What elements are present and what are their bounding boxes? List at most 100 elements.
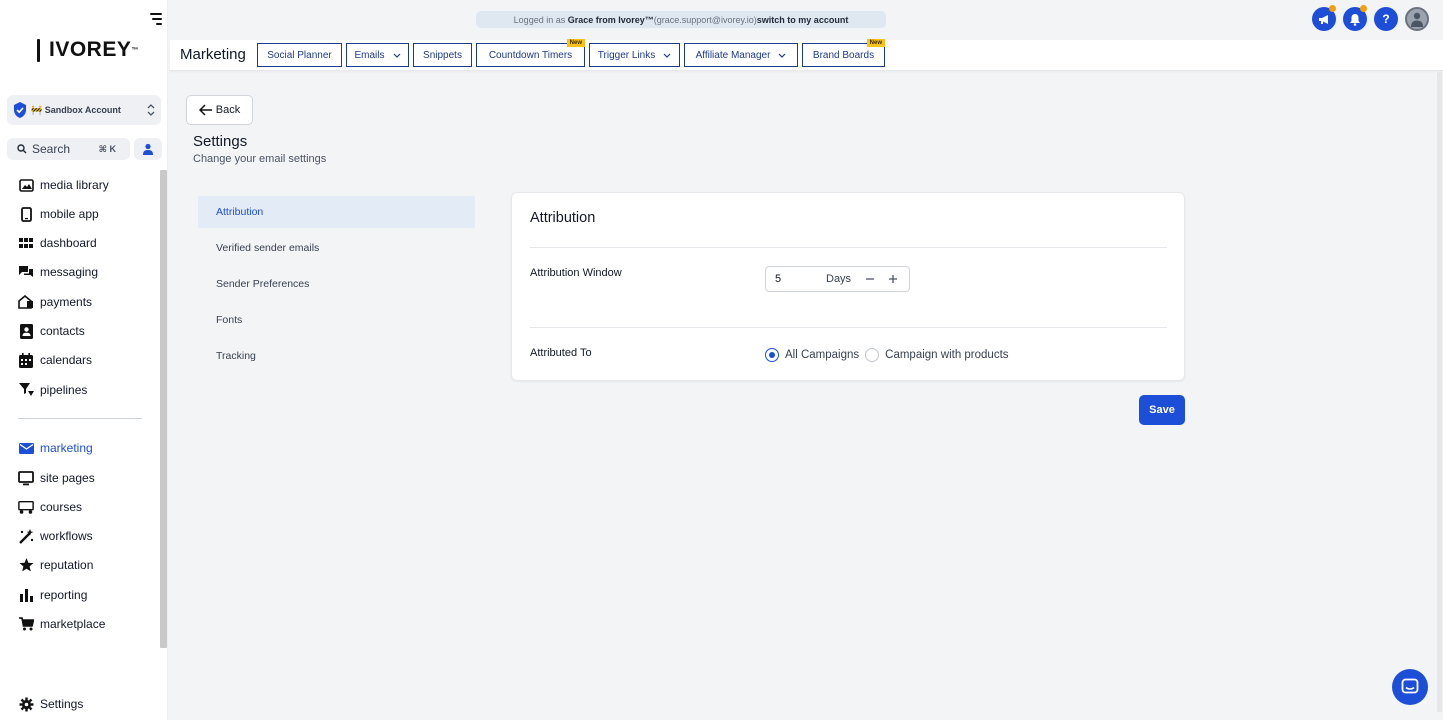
menu-item-label: Attribution — [216, 206, 264, 218]
payments-icon — [18, 294, 34, 310]
avatar[interactable] — [1405, 7, 1429, 31]
sidebar-item-label: reporting — [40, 588, 88, 602]
sidebar-item-workflows[interactable]: workflows — [18, 526, 93, 546]
question-icon: ? — [1382, 12, 1390, 26]
chat-widget-button[interactable] — [1392, 669, 1428, 705]
radio-all-campaigns[interactable] — [765, 348, 779, 362]
tab-countdown-timers[interactable]: Countdown Timers New — [476, 39, 585, 67]
tab-label: Social Planner — [267, 49, 332, 61]
account-name: 🚧 Sandbox Account — [31, 104, 121, 115]
attribution-window-stepper[interactable]: 5 Days — [765, 266, 910, 292]
sidebar-item-label: payments — [40, 295, 93, 309]
settings-menu-item-fonts[interactable]: Fonts — [198, 304, 475, 336]
settings-menu-item-verified-sender-emails[interactable]: Verified sender emails — [198, 232, 475, 264]
sidebar-item-settings[interactable]: Settings — [18, 694, 83, 714]
monitor-icon — [18, 470, 34, 486]
sidebar-item-label: contacts — [40, 324, 85, 338]
tab-brand-boards[interactable]: Brand Boards New — [802, 39, 885, 67]
back-button[interactable]: Back — [186, 95, 253, 125]
phone-icon — [18, 206, 34, 222]
tab-label: Countdown Timers — [488, 49, 573, 61]
sidebar-item-contacts[interactable]: contacts — [18, 321, 85, 341]
chevron-down-icon — [393, 53, 400, 58]
verified-badge-icon — [14, 102, 26, 118]
page-scrollbar-thumb[interactable] — [1437, 72, 1442, 712]
account-switcher[interactable]: 🚧 Sandbox Account — [7, 95, 161, 125]
search-input[interactable]: Search ⌘ K — [7, 138, 130, 160]
attribution-window-unit: Days — [826, 273, 852, 285]
tab-label: Emails — [354, 49, 385, 61]
settings-menu-item-attribution[interactable]: Attribution — [198, 196, 475, 228]
sidebar-item-calendars[interactable]: calendars — [18, 350, 92, 370]
top-right-toolbar: ? — [1312, 5, 1429, 31]
page-title: Settings — [193, 133, 248, 150]
tab-label: Trigger Links — [597, 49, 656, 61]
chat-bubble-icon — [1401, 678, 1419, 694]
page-scrollbar[interactable] — [1436, 72, 1443, 712]
plus-icon[interactable] — [886, 272, 900, 286]
sidebar-item-dashboard[interactable]: dashboard — [18, 233, 97, 253]
search-icon — [17, 144, 27, 154]
user-profile-button[interactable] — [134, 138, 162, 160]
search-placeholder: Search — [32, 142, 71, 156]
minus-icon[interactable] — [863, 272, 877, 286]
chat-icon — [18, 264, 34, 280]
sidebar-item-label: mobile app — [40, 207, 99, 221]
attributed-to-radio-group: All Campaigns Campaign with products — [765, 348, 1015, 362]
funnel-icon — [18, 382, 34, 398]
settings-menu-item-tracking[interactable]: Tracking — [198, 340, 475, 372]
menu-item-label: Fonts — [216, 314, 243, 326]
person-icon — [1411, 12, 1423, 27]
announcements-button[interactable] — [1312, 5, 1336, 31]
sidebar-item-reporting[interactable]: reporting — [18, 585, 87, 605]
calendar-icon — [18, 352, 34, 368]
sidebar-item-label: workflows — [40, 529, 93, 543]
sidebar-item-pipelines[interactable]: pipelines — [18, 380, 87, 400]
tab-emails[interactable]: Emails — [346, 43, 409, 67]
menu-item-label: Verified sender emails — [216, 242, 320, 254]
impersonation-banner: Logged in as Grace from Ivorey™ (grace.s… — [476, 11, 886, 28]
sidebar-item-reputation[interactable]: reputation — [18, 555, 93, 575]
notification-dot — [1329, 5, 1336, 12]
mail-icon — [18, 440, 34, 456]
sidebar-item-site-pages[interactable]: site pages — [18, 468, 95, 488]
tab-affiliate-manager[interactable]: Affiliate Manager — [684, 43, 798, 67]
user-icon — [143, 143, 153, 155]
sidebar-item-marketing[interactable]: marketing — [18, 438, 93, 458]
sidebar-item-label: dashboard — [40, 236, 97, 250]
notifications-button[interactable] — [1343, 5, 1367, 31]
sidebar-item-marketplace[interactable]: marketplace — [18, 614, 105, 634]
sidebar-item-payments[interactable]: payments — [18, 292, 92, 312]
sidebar-item-messaging[interactable]: messaging — [18, 262, 98, 282]
sidebar-item-courses[interactable]: courses — [18, 497, 82, 517]
attributed-to-label: Attributed To — [530, 347, 592, 359]
tab-social-planner[interactable]: Social Planner — [257, 43, 342, 67]
star-icon — [18, 557, 34, 573]
attribution-window-value[interactable]: 5 — [775, 273, 781, 285]
banner-prefix: Logged in as — [513, 14, 566, 25]
chevron-down-icon — [778, 53, 786, 58]
logo: IVOREY ™ — [37, 38, 138, 62]
banner-user: Grace from Ivorey™ — [567, 14, 654, 25]
sidebar-scrollbar[interactable] — [160, 170, 167, 648]
bell-icon — [1350, 13, 1360, 26]
tab-trigger-links[interactable]: Trigger Links — [589, 43, 680, 67]
contact-card-icon — [18, 323, 34, 339]
sidebar-divider — [18, 418, 142, 419]
sidebar-item-label: media library — [40, 178, 109, 192]
search-shortcut: ⌘ K — [98, 143, 116, 154]
radio-label-campaign-with-products[interactable]: Campaign with products — [885, 349, 1008, 361]
radio-campaign-with-products[interactable] — [865, 348, 880, 362]
save-button[interactable]: Save — [1139, 395, 1185, 425]
switch-account-link[interactable]: switch to my account — [757, 15, 849, 25]
sidebar-item-media-library[interactable]: media library — [18, 175, 109, 195]
sidebar-item-mobile-app[interactable]: mobile app — [18, 204, 99, 224]
sidebar-item-label: reputation — [40, 558, 94, 572]
sidebar-item-label: messaging — [40, 265, 99, 279]
menu-collapse-icon[interactable] — [148, 12, 162, 26]
page-subtitle: Change your email settings — [193, 153, 327, 165]
tab-snippets[interactable]: Snippets — [413, 43, 472, 67]
radio-label-all-campaigns[interactable]: All Campaigns — [785, 349, 859, 361]
help-button[interactable]: ? — [1374, 7, 1398, 31]
settings-menu-item-sender-preferences[interactable]: Sender Preferences — [198, 268, 475, 300]
